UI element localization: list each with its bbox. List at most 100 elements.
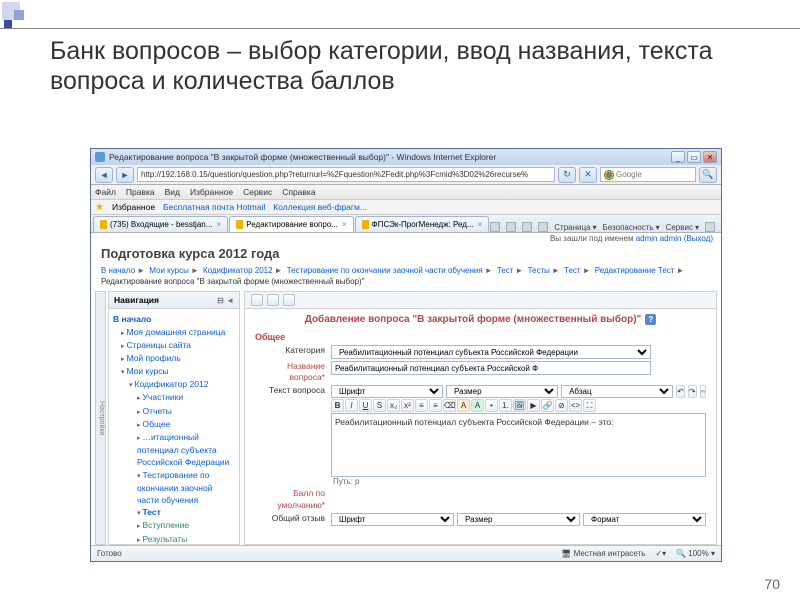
nav-item[interactable]: Страницы сайта [127, 340, 192, 350]
size-select[interactable]: Размер [457, 513, 580, 526]
menu-edit[interactable]: Правка [126, 187, 155, 197]
forward-button[interactable]: ► [116, 167, 134, 183]
image-button[interactable]: 🖼 [513, 399, 526, 412]
html-button[interactable]: <> [569, 399, 582, 412]
undo-button[interactable]: ↶ [676, 385, 685, 398]
back-button[interactable]: ◄ [95, 167, 113, 183]
unlink-button[interactable]: ⊘ [555, 399, 568, 412]
menu-file[interactable]: Файл [95, 187, 116, 197]
nav-item[interactable]: Общее [143, 419, 171, 429]
tabstrip: (735) Входящие - besstjan...× Редактиров… [91, 215, 721, 233]
close-icon[interactable]: × [478, 220, 483, 229]
sup-button[interactable]: x² [401, 399, 414, 412]
close-icon[interactable]: × [216, 220, 221, 229]
crumb[interactable]: Мои курсы [149, 266, 189, 275]
doc-icon[interactable] [251, 294, 263, 306]
close-icon[interactable]: × [342, 220, 347, 229]
logout-link[interactable]: (Выход) [684, 234, 713, 243]
nav-item[interactable]: Участники [143, 392, 184, 402]
color-button[interactable]: A [457, 399, 470, 412]
crumb[interactable]: Тестирование по окончании заочной части … [287, 266, 483, 275]
doc-icon[interactable] [267, 294, 279, 306]
question-name-input[interactable] [331, 361, 651, 375]
nav-item[interactable]: Результаты [143, 534, 188, 544]
crumb[interactable]: Тесты [528, 266, 550, 275]
zoom-level[interactable]: 🔍 100% ▾ [676, 549, 715, 558]
bg-button[interactable]: A [471, 399, 484, 412]
page-content: Вы зашли под именем admin admin (Выход) … [91, 233, 721, 545]
nav-root[interactable]: В начало [113, 314, 151, 324]
underline-button[interactable]: U [359, 399, 372, 412]
nav-collapse-icon[interactable]: ⊟ ◄ [217, 296, 234, 305]
font-select[interactable]: Шрифт [331, 513, 454, 526]
nav-item[interactable]: Моя домашняя страница [127, 327, 226, 337]
media-button[interactable]: ▶ [527, 399, 540, 412]
url-field[interactable]: http://192.168.0.15/question/question.ph… [137, 167, 555, 182]
tool-safety[interactable]: Безопасность ▾ [603, 223, 660, 232]
search-button[interactable]: 🔍 [699, 167, 717, 183]
search-input[interactable]: Google [600, 167, 696, 182]
tab-inbox[interactable]: (735) Входящие - besstjan...× [93, 216, 228, 232]
nav-tree: В начало Моя домашняя страница Страницы с… [109, 309, 239, 544]
stop-button[interactable]: ✕ [579, 167, 597, 183]
crumb[interactable]: Кодификатор 2012 [203, 266, 273, 275]
nav-item[interactable]: …итационный потенциал субъекта Российско… [137, 432, 229, 467]
help-icon[interactable]: ? [645, 314, 656, 325]
tool-print[interactable] [538, 222, 548, 232]
close-button[interactable]: ✕ [703, 151, 717, 163]
tab-edit-question[interactable]: Редактирование вопро...× [229, 216, 354, 232]
bullets-button[interactable]: • [485, 399, 498, 412]
tab-other[interactable]: ФПСЭк-ПрогМенедж: Ред...× [355, 216, 490, 232]
category-select[interactable]: Реабилитационный потенциал субъекта Росс… [331, 345, 651, 359]
nav-item[interactable]: Кодификатор 2012 [135, 379, 209, 389]
fav-link-gallery[interactable]: Коллекция веб-фрагм... [273, 202, 367, 212]
settings-dock-tab[interactable]: Настройки [95, 291, 106, 545]
tool-feeds[interactable] [506, 222, 516, 232]
menu-favorites[interactable]: Избранное [190, 187, 233, 197]
crumb[interactable]: Тест [497, 266, 514, 275]
menu-help[interactable]: Справка [282, 187, 315, 197]
protected-mode[interactable]: ✓▾ [655, 549, 666, 558]
numlist-button[interactable]: 1. [499, 399, 512, 412]
tool-home[interactable] [490, 222, 500, 232]
minimize-button[interactable]: _ [671, 151, 685, 163]
sub-button[interactable]: x₂ [387, 399, 400, 412]
link-button[interactable]: 🔗 [541, 399, 554, 412]
nav-item[interactable]: Вступление [143, 520, 190, 530]
align-left-button[interactable]: ≡ [415, 399, 428, 412]
course-title: Подготовка курса 2012 года [91, 244, 721, 263]
question-text-editor[interactable]: Реабилитационный потенциал субъекта Росс… [331, 413, 706, 477]
nav-item[interactable]: Мои курсы [127, 366, 169, 376]
format-select[interactable]: Формат [583, 513, 706, 526]
italic-button[interactable]: I [345, 399, 358, 412]
maximize-button[interactable]: ▭ [687, 151, 701, 163]
clean-button[interactable]: ⌫ [443, 399, 456, 412]
favorites-icon[interactable]: ★ [95, 202, 104, 213]
strike-button[interactable]: S [373, 399, 386, 412]
find-button[interactable]: 𝄐 [700, 385, 706, 398]
fav-link-hotmail[interactable]: Бесплатная почта Hotmail [163, 202, 265, 212]
font-select[interactable]: Шрифт [331, 385, 443, 398]
fullscreen-button[interactable]: ⛶ [583, 399, 596, 412]
tool-help[interactable] [705, 222, 715, 232]
size-select[interactable]: Размер [446, 385, 558, 398]
menu-view[interactable]: Вид [165, 187, 180, 197]
nav-item[interactable]: Мой профиль [127, 353, 181, 363]
nav-item[interactable]: Отчеты [143, 406, 172, 416]
nav-item[interactable]: Тестирование по окончании заочной части … [137, 470, 212, 505]
nav-item[interactable]: Тест [143, 507, 161, 517]
tool-mail[interactable] [522, 222, 532, 232]
crumb[interactable]: Редактирование Тест [595, 266, 675, 275]
user-link[interactable]: admin admin [636, 234, 682, 243]
tool-page[interactable]: Страница ▾ [554, 223, 596, 232]
doc-icon[interactable] [283, 294, 295, 306]
menu-tools[interactable]: Сервис [243, 187, 272, 197]
refresh-button[interactable]: ↻ [558, 167, 576, 183]
align-center-button[interactable]: ≡ [429, 399, 442, 412]
tool-tools[interactable]: Сервис ▾ [666, 223, 699, 232]
redo-button[interactable]: ↷ [688, 385, 697, 398]
bold-button[interactable]: B [331, 399, 344, 412]
crumb[interactable]: Тест [564, 266, 581, 275]
para-select[interactable]: Абзац [561, 385, 673, 398]
crumb[interactable]: В начало [101, 266, 135, 275]
